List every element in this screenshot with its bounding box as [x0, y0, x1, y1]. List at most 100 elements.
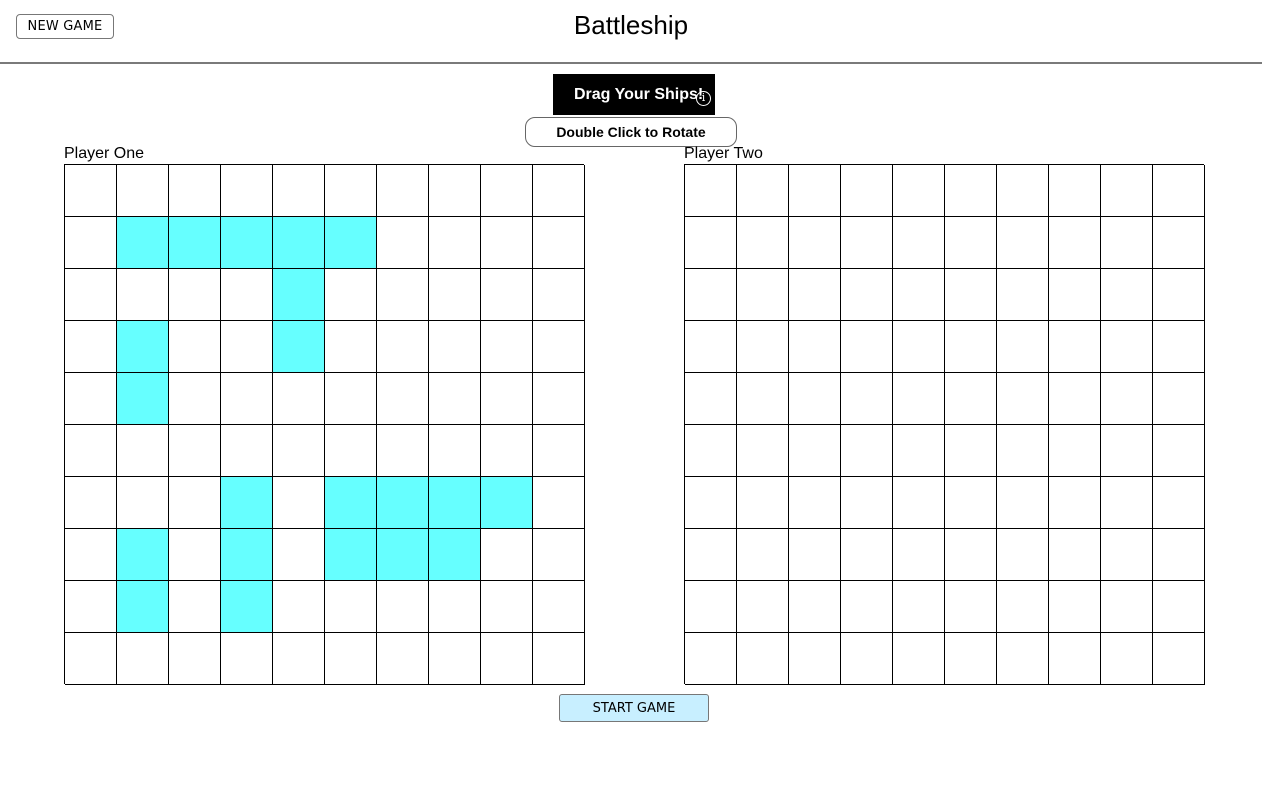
player-one-grid-cell[interactable] — [65, 581, 117, 633]
player-one-grid-cell[interactable] — [273, 529, 325, 581]
player-one-grid-cell[interactable] — [377, 373, 429, 425]
player-one-grid-cell[interactable] — [325, 269, 377, 321]
player-one-grid-cell[interactable] — [65, 269, 117, 321]
player-two-grid-cell[interactable] — [1049, 321, 1101, 373]
player-two-grid-cell[interactable] — [841, 269, 893, 321]
player-two-grid-cell[interactable] — [945, 217, 997, 269]
player-two-grid-cell[interactable] — [685, 581, 737, 633]
player-one-grid-cell[interactable] — [273, 373, 325, 425]
player-two-grid-cell[interactable] — [1153, 581, 1205, 633]
player-two-grid-cell[interactable] — [789, 321, 841, 373]
player-one-ship-cell[interactable] — [325, 529, 377, 581]
player-one-grid-cell[interactable] — [377, 581, 429, 633]
player-one-ship-cell[interactable] — [221, 477, 273, 529]
player-two-grid-cell[interactable] — [685, 477, 737, 529]
player-two-grid-cell[interactable] — [997, 477, 1049, 529]
player-one-grid-cell[interactable] — [325, 373, 377, 425]
player-two-grid-cell[interactable] — [841, 165, 893, 217]
player-two-grid-cell[interactable] — [1101, 165, 1153, 217]
player-two-grid-cell[interactable] — [789, 217, 841, 269]
player-one-ship-cell[interactable] — [117, 373, 169, 425]
player-one-ship-cell[interactable] — [429, 529, 481, 581]
player-two-grid-cell[interactable] — [997, 425, 1049, 477]
player-one-grid-cell[interactable] — [533, 581, 585, 633]
player-one-grid-cell[interactable] — [221, 321, 273, 373]
player-one-grid-cell[interactable] — [273, 581, 325, 633]
player-one-grid-cell[interactable] — [533, 321, 585, 373]
player-two-grid-cell[interactable] — [945, 529, 997, 581]
player-two-grid-cell[interactable] — [1153, 529, 1205, 581]
player-one-ship-cell[interactable] — [169, 217, 221, 269]
player-one-grid-cell[interactable] — [221, 269, 273, 321]
player-two-grid-cell[interactable] — [945, 373, 997, 425]
player-one-grid-cell[interactable] — [481, 165, 533, 217]
player-two-grid-cell[interactable] — [893, 217, 945, 269]
player-two-grid-cell[interactable] — [685, 269, 737, 321]
player-one-grid-cell[interactable] — [65, 477, 117, 529]
player-one-grid-cell[interactable] — [169, 425, 221, 477]
player-one-ship-cell[interactable] — [117, 529, 169, 581]
player-one-grid-cell[interactable] — [169, 633, 221, 685]
player-one-grid-cell[interactable] — [169, 321, 221, 373]
player-one-grid-cell[interactable] — [533, 373, 585, 425]
player-two-grid-cell[interactable] — [1101, 217, 1153, 269]
player-one-grid-cell[interactable] — [117, 425, 169, 477]
player-two-grid-cell[interactable] — [789, 425, 841, 477]
player-one-ship-cell[interactable] — [377, 529, 429, 581]
player-two-grid-cell[interactable] — [1049, 269, 1101, 321]
player-two-grid-cell[interactable] — [1101, 269, 1153, 321]
player-two-grid-cell[interactable] — [893, 425, 945, 477]
player-one-grid-cell[interactable] — [65, 633, 117, 685]
player-one-grid-cell[interactable] — [221, 373, 273, 425]
player-two-grid-cell[interactable] — [945, 165, 997, 217]
player-one-grid-cell[interactable] — [117, 477, 169, 529]
player-one-grid-cell[interactable] — [481, 633, 533, 685]
player-two-grid-cell[interactable] — [1101, 633, 1153, 685]
player-one-grid-cell[interactable] — [325, 425, 377, 477]
player-two-grid-cell[interactable] — [1153, 269, 1205, 321]
player-one-grid-cell[interactable] — [169, 269, 221, 321]
player-two-grid-cell[interactable] — [789, 529, 841, 581]
player-two-grid-cell[interactable] — [893, 269, 945, 321]
player-two-grid-cell[interactable] — [737, 425, 789, 477]
start-game-button[interactable]: START GAME — [559, 694, 709, 722]
player-two-grid-cell[interactable] — [841, 373, 893, 425]
player-one-grid-cell[interactable] — [377, 217, 429, 269]
player-one-grid-cell[interactable] — [429, 373, 481, 425]
player-one-grid-cell[interactable] — [481, 425, 533, 477]
player-two-grid-cell[interactable] — [1049, 633, 1101, 685]
player-one-grid-cell[interactable] — [221, 633, 273, 685]
player-two-grid-cell[interactable] — [685, 165, 737, 217]
player-two-grid-cell[interactable] — [893, 165, 945, 217]
player-two-grid-cell[interactable] — [893, 373, 945, 425]
player-one-grid-cell[interactable] — [429, 425, 481, 477]
player-two-grid-cell[interactable] — [841, 529, 893, 581]
player-one-grid-cell[interactable] — [325, 633, 377, 685]
player-two-grid-cell[interactable] — [1049, 477, 1101, 529]
player-one-grid-cell[interactable] — [429, 633, 481, 685]
player-one-grid-cell[interactable] — [533, 165, 585, 217]
player-one-grid-cell[interactable] — [117, 165, 169, 217]
player-one-grid-cell[interactable] — [481, 269, 533, 321]
player-two-grid-cell[interactable] — [685, 373, 737, 425]
player-one-grid-cell[interactable] — [169, 373, 221, 425]
player-two-grid-cell[interactable] — [945, 269, 997, 321]
player-one-grid-cell[interactable] — [481, 373, 533, 425]
player-one-grid-cell[interactable] — [169, 529, 221, 581]
player-one-grid-cell[interactable] — [481, 217, 533, 269]
player-two-grid-cell[interactable] — [1101, 425, 1153, 477]
player-two-grid-cell[interactable] — [997, 217, 1049, 269]
player-two-grid-cell[interactable] — [1153, 321, 1205, 373]
player-two-grid-cell[interactable] — [1153, 217, 1205, 269]
player-two-grid-cell[interactable] — [841, 633, 893, 685]
player-two-grid-cell[interactable] — [1153, 373, 1205, 425]
player-one-grid-cell[interactable] — [117, 633, 169, 685]
player-two-grid-cell[interactable] — [997, 581, 1049, 633]
player-two-grid-cell[interactable] — [997, 321, 1049, 373]
player-two-grid-cell[interactable] — [945, 633, 997, 685]
player-one-grid-cell[interactable] — [117, 269, 169, 321]
player-one-grid-cell[interactable] — [429, 581, 481, 633]
player-one-grid-cell[interactable] — [377, 269, 429, 321]
player-two-grid-cell[interactable] — [945, 425, 997, 477]
player-two-grid-cell[interactable] — [893, 529, 945, 581]
